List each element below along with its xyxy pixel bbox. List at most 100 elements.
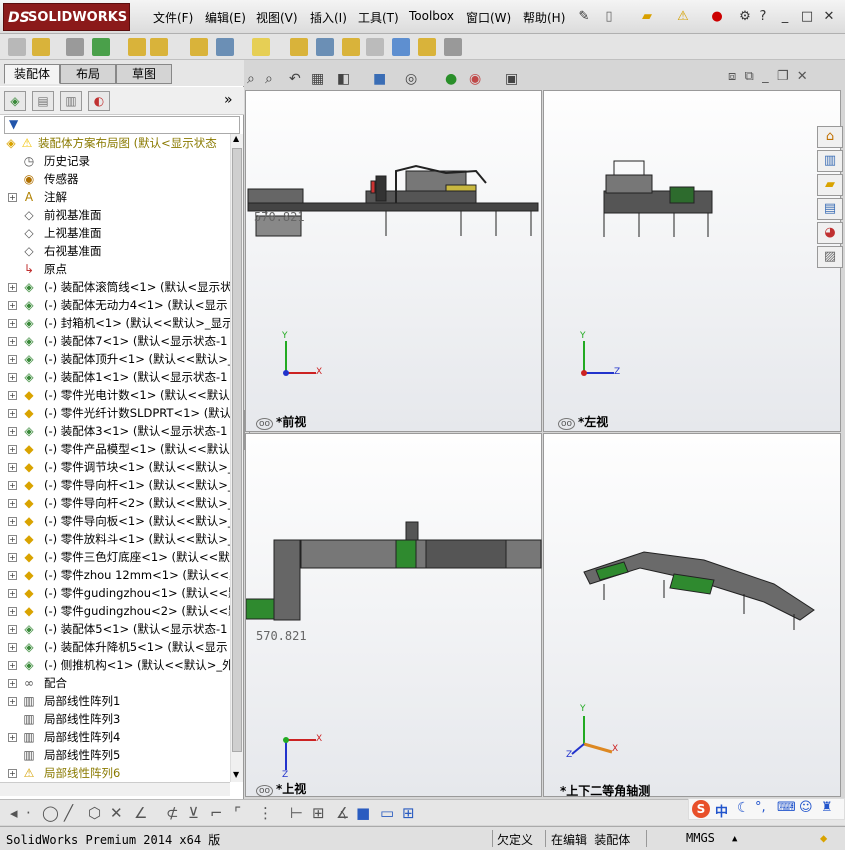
polygon-icon[interactable]: ⬡ xyxy=(88,804,101,822)
tree-expand-icon[interactable]: + xyxy=(8,553,17,562)
assembly-features-icon[interactable] xyxy=(216,38,234,56)
user-icon[interactable]: ☺ xyxy=(799,800,813,815)
tree-item[interactable]: + ∞ 配合 xyxy=(0,674,230,692)
tree-expand-icon[interactable]: + xyxy=(8,355,17,364)
viewport-front[interactable]: 570.821 Y X oo *前视 xyxy=(245,90,542,432)
skin-icon[interactable]: ♜ xyxy=(821,800,833,815)
design-library-icon[interactable]: ▥ xyxy=(817,150,843,172)
tree-item[interactable]: + ◆ (-) 零件光电计数<1> (默认<<默认 xyxy=(0,386,230,404)
pin-icon[interactable]: ✎ xyxy=(575,8,593,26)
single-view-icon[interactable]: ▭ xyxy=(380,804,394,822)
mirror-icon[interactable]: ⊻ xyxy=(188,804,199,822)
tree-expand-icon[interactable]: + xyxy=(8,535,17,544)
zoom-to-area-icon[interactable]: ⌕ xyxy=(265,71,273,87)
tree-item[interactable]: + ◈ (-) 封箱机<1> (默认<<默认>_显示 xyxy=(0,314,230,332)
menu-view[interactable]: 视图(V) xyxy=(256,9,298,26)
tree-item[interactable]: ◇ 前视基准面 xyxy=(0,206,230,224)
viewport-close-icon[interactable]: ✕ xyxy=(797,69,808,84)
solidworks-logo[interactable]: DS SOLIDWORKS xyxy=(3,3,130,31)
rebuild-tag-icon[interactable]: ◆ xyxy=(820,831,827,845)
hide-show-items-icon[interactable]: ◎ xyxy=(405,71,417,87)
apply-scene-icon[interactable]: ◉ xyxy=(469,71,481,87)
line-icon[interactable]: ╱ xyxy=(64,804,73,822)
tree-expand-icon[interactable]: + xyxy=(8,769,17,778)
tree-item[interactable]: + ◆ (-) 零件zhou 12mm<1> (默认<<默 xyxy=(0,566,230,584)
scroll-up-icon[interactable]: ▲ xyxy=(233,134,239,143)
show-hidden-icon[interactable] xyxy=(190,38,208,56)
viewport-left[interactable]: ⧈ ⧉ _ ❐ ✕ Y Z oo *左视 xyxy=(543,69,841,432)
restore-icon[interactable]: □ xyxy=(798,8,816,26)
move-component-icon[interactable] xyxy=(150,38,168,56)
close-icon[interactable]: ✕ xyxy=(820,8,838,26)
edit-appearance-icon[interactable]: ● xyxy=(445,71,457,87)
circle-icon[interactable]: ◯ xyxy=(42,804,59,822)
tree-item[interactable]: + ◈ (-) 装配体7<1> (默认<显示状态-1 xyxy=(0,332,230,350)
display-manager-icon[interactable]: ◐ xyxy=(88,91,110,111)
clearance-verification-icon[interactable] xyxy=(418,38,436,56)
tree-item[interactable]: + ◆ (-) 零件gudingzhou<1> (默认<<默 xyxy=(0,584,230,602)
help-icon[interactable]: ? xyxy=(754,8,772,26)
keyboard-icon[interactable]: ⌨ xyxy=(777,800,796,815)
tab-assembly[interactable]: 装配体 xyxy=(4,64,60,84)
warning-icon[interactable]: ⚠ xyxy=(674,8,692,26)
grid-icon[interactable]: ⊞ xyxy=(312,804,325,822)
offset-icon[interactable]: ⊄ xyxy=(166,804,179,822)
tree-expand-icon[interactable]: + xyxy=(8,463,17,472)
tree-expand-icon[interactable]: + xyxy=(8,337,17,346)
tree-item[interactable]: + ◆ (-) 零件导向板<1> (默认<<默认>_ xyxy=(0,512,230,530)
exploded-view-icon[interactable] xyxy=(342,38,360,56)
tree-vertical-scrollbar[interactable]: ▲ ▼ xyxy=(230,134,243,782)
open-folder-icon[interactable]: ▰ xyxy=(638,8,656,26)
tree-expand-icon[interactable]: + xyxy=(8,517,17,526)
insert-component-icon[interactable] xyxy=(8,38,26,56)
tree-item[interactable]: ↳ 原点 xyxy=(0,260,230,278)
tree-expand-icon[interactable]: + xyxy=(8,661,17,670)
menu-toolbox[interactable]: Toolbox xyxy=(409,9,454,23)
tree-item[interactable]: + A 注解 xyxy=(0,188,230,206)
tree-expand-icon[interactable]: + xyxy=(8,625,17,634)
tree-expand-icon[interactable]: + xyxy=(8,319,17,328)
tree-item[interactable]: + ◈ (-) 装配体1<1> (默认<显示状态-1 xyxy=(0,368,230,386)
tree-item[interactable]: ◇ 右视基准面 xyxy=(0,242,230,260)
ime-language-toggle[interactable]: 中 xyxy=(715,801,728,820)
viewport-top[interactable]: 570.821 X Z oo *上视 xyxy=(245,433,542,797)
tree-expand-icon[interactable]: + xyxy=(8,589,17,598)
viewport-menu-icon[interactable]: ⧉ xyxy=(745,69,754,84)
construction-line-icon[interactable]: ⋮ xyxy=(258,804,273,822)
four-view-icon[interactable]: ⊞ xyxy=(402,804,415,822)
interference-detection-icon[interactable] xyxy=(392,38,410,56)
previous-view-icon[interactable]: ↶ xyxy=(289,71,301,87)
angle-icon[interactable]: ∡ xyxy=(336,804,349,822)
point-icon[interactable]: · xyxy=(26,804,31,822)
tree-item[interactable]: + ◆ (-) 零件三色灯底座<1> (默认<<默 xyxy=(0,548,230,566)
tree-expand-icon[interactable]: + xyxy=(8,481,17,490)
tree-item[interactable]: + ◆ (-) 零件产品模型<1> (默认<<默认 xyxy=(0,440,230,458)
tree-root-item[interactable]: ◈ ⚠ 装配体方案布局图 (默认<显示状态 xyxy=(0,134,230,152)
fillet-icon[interactable]: ⌐ xyxy=(210,804,223,822)
reference-geometry-icon[interactable] xyxy=(252,38,270,56)
status-units[interactable]: MMGS xyxy=(686,831,715,845)
feature-manager-icon[interactable]: ◈ xyxy=(4,91,26,111)
tree-item[interactable]: + ◆ (-) 零件光纤计数SLDPRT<1> (默认 xyxy=(0,404,230,422)
tree-expand-icon[interactable]: + xyxy=(8,427,17,436)
tree-expand-icon[interactable]: + xyxy=(8,373,17,382)
menu-help[interactable]: 帮助(H) xyxy=(523,9,565,26)
minimize-icon[interactable]: _ xyxy=(776,8,794,26)
tree-expand-icon[interactable]: + xyxy=(8,697,17,706)
tree-expand-icon[interactable]: + xyxy=(8,391,17,400)
custom-properties-icon[interactable]: ▨ xyxy=(817,246,843,268)
tree-item[interactable]: + ◈ (-) 装配体无动力4<1> (默认<显示 xyxy=(0,296,230,314)
tree-expand-icon[interactable]: + xyxy=(8,193,17,202)
zoom-to-fit-icon[interactable]: ⌕ xyxy=(247,71,255,87)
view-palette-icon[interactable]: ▤ xyxy=(817,198,843,220)
configuration-manager-icon[interactable]: ▥ xyxy=(60,91,82,111)
tree-item[interactable]: ▥ 局部线性阵列5 xyxy=(0,746,230,764)
link-views-icon[interactable]: ⧈ xyxy=(728,69,736,84)
tree-item[interactable]: ◉ 传感器 xyxy=(0,170,230,188)
menu-window[interactable]: 窗口(W) xyxy=(466,9,511,26)
viewport-restore-icon[interactable]: ❐ xyxy=(777,69,789,84)
viewport-dimetric[interactable]: Y X Z *上下二等角轴测 xyxy=(543,433,841,798)
tree-expand-icon[interactable]: + xyxy=(8,499,17,508)
tree-item[interactable]: + ◈ (-) 装配体顶升<1> (默认<<默认>_ xyxy=(0,350,230,368)
tree-item[interactable]: + ⚠ 局部线性阵列6 xyxy=(0,764,230,782)
